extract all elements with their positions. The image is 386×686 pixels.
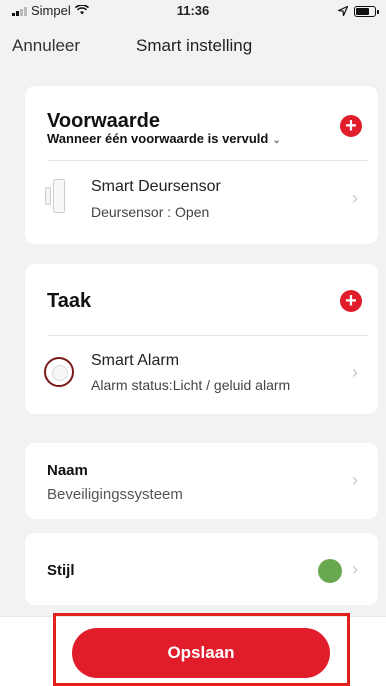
highlight-box <box>53 613 350 686</box>
name-label: Naam <box>47 462 88 479</box>
task-heading: Taak <box>47 290 92 312</box>
chevron-right-icon: › <box>352 188 358 208</box>
style-card[interactable]: Stijl › <box>25 533 378 605</box>
clock: 11:36 <box>176 3 210 18</box>
divider <box>47 160 368 161</box>
battery-fill <box>356 8 369 15</box>
task-device-name: Smart Alarm <box>91 352 180 369</box>
cancel-button[interactable]: Annuleer <box>12 36 80 56</box>
condition-mode-label: Wanneer één voorwaarde is vervuld <box>47 131 269 146</box>
navigation-bar: Annuleer Smart instelling <box>0 30 386 64</box>
style-color-swatch <box>318 559 342 583</box>
battery-icon <box>354 6 379 17</box>
divider <box>47 335 368 336</box>
condition-card: Voorwaarde Wanneer één voorwaarde is ver… <box>25 86 378 244</box>
chevron-down-icon: ⌄ <box>272 135 281 146</box>
task-device-state: Alarm status:Licht / geluid alarm <box>91 377 291 393</box>
task-card: Taak + Smart Alarm Alarm status:Licht / … <box>25 264 378 414</box>
condition-device-state: Deursensor : Open <box>91 204 210 220</box>
status-right <box>336 4 379 19</box>
alarm-icon <box>44 357 74 387</box>
chevron-right-icon: › <box>352 559 358 579</box>
condition-heading: Voorwaarde <box>47 110 160 132</box>
status-bar: Simpel 11:36 <box>0 0 386 22</box>
add-condition-button[interactable]: + <box>340 115 362 137</box>
style-label: Stijl <box>47 562 75 579</box>
condition-mode-selector[interactable]: Wanneer één voorwaarde is vervuld ⌄ <box>47 131 281 146</box>
condition-device-name: Smart Deursensor <box>91 178 221 195</box>
name-value: Beveiligingssysteem <box>47 486 183 503</box>
location-arrow-icon <box>336 4 349 19</box>
chevron-right-icon: › <box>352 362 358 382</box>
page-title: Smart instelling <box>136 36 253 55</box>
door-sensor-icon <box>45 179 67 213</box>
chevron-right-icon: › <box>352 470 358 490</box>
add-task-button[interactable]: + <box>340 290 362 312</box>
name-card[interactable]: Naam Beveiligingssysteem › <box>25 443 378 519</box>
